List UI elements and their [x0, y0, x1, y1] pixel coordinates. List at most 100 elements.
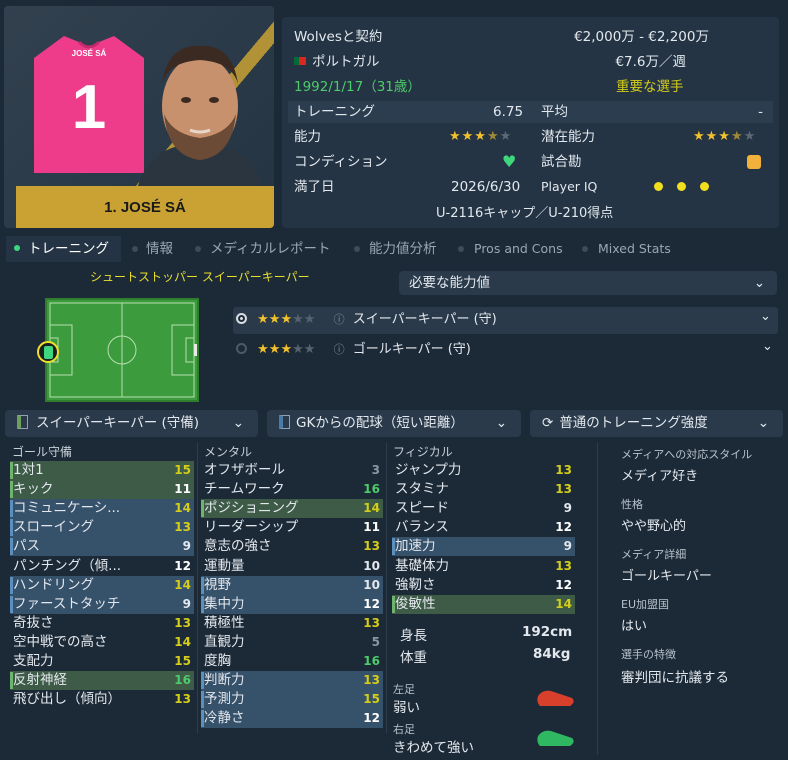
personality: 性格 やや野心的 [621, 496, 686, 534]
attribute-row[interactable]: 予測力 15 [201, 690, 383, 710]
attribute-row[interactable]: 反射神経 16 [10, 671, 194, 691]
attribute-row[interactable]: 支配力 15 [10, 652, 194, 671]
tab-pros-cons[interactable]: Pros and Cons [474, 236, 563, 262]
attribute-value: 13 [363, 673, 380, 688]
position-pitch[interactable] [45, 298, 199, 402]
height-label: 身長 [400, 628, 427, 644]
attribute-row[interactable]: 空中戦での高さ 14 [10, 633, 194, 652]
attribute-value: 9 [563, 501, 572, 516]
player-card: JOSÉ SÁ 1 1. JOSÉ SÁ [4, 6, 274, 228]
attribute-row[interactable]: ジャンプ力 13 [392, 461, 575, 480]
potential-label: 潜在能力 [541, 129, 595, 145]
personality-label: 性格 [621, 498, 643, 511]
attribute-name: コミュニケーシ... [13, 500, 121, 517]
refresh-icon: ⟳ [542, 415, 554, 431]
attribute-row[interactable]: 飛び出し（傾向） 13 [10, 690, 194, 709]
attribute-name: パンチング（傾... [13, 557, 122, 574]
attribute-row[interactable]: パンチング（傾... 12 [10, 557, 194, 576]
attribute-name: 運動量 [204, 557, 245, 574]
role-option-sweeper-keeper[interactable]: ★★★★★ ⓘ スイーパーキーパー (守) [236, 307, 497, 333]
attribute-row[interactable]: 強靭さ 12 [392, 576, 575, 595]
attribute-name: 俊敏性 [395, 595, 436, 612]
attribute-name: 加速力 [395, 538, 436, 555]
tab-analysis[interactable]: 能力値分析 [369, 236, 437, 262]
media-detail-label: メディア詳細 [621, 548, 687, 561]
attribute-row[interactable]: 度胸 16 [201, 652, 383, 671]
chevron-down-icon[interactable]: ⌄ [762, 339, 773, 354]
attribute-row[interactable]: スピード 9 [392, 499, 575, 518]
role-title: シュートストッパー スイーパーキーパー [90, 270, 310, 284]
attribute-name: 集中力 [204, 595, 245, 612]
attribute-row[interactable]: コミュニケーシ... 14 [10, 499, 194, 519]
chevron-down-icon[interactable]: ⌄ [760, 309, 771, 324]
attribute-row[interactable]: 集中力 12 [201, 594, 383, 614]
attribute-name: ハンドリング [13, 576, 94, 593]
attribute-name: 1対1 [13, 462, 44, 478]
attribute-row[interactable]: 意志の強さ 13 [201, 537, 383, 556]
attribute-row[interactable]: 判断力 13 [201, 671, 383, 691]
attribute-row[interactable]: リーダーシップ 11 [201, 518, 383, 537]
training-role-dropdown[interactable]: スイーパーキーパー (守備) ⌄ [5, 410, 258, 437]
attribute-value: 15 [174, 463, 191, 477]
ability-stars: ★★★★★ [449, 129, 513, 144]
player-photo [138, 45, 262, 186]
attribute-name: 度胸 [204, 653, 231, 669]
attribute-row[interactable]: パス 9 [10, 537, 194, 557]
training-intensity-dropdown[interactable]: ⟳ 普通のトレーニング強度 ⌄ [530, 410, 783, 437]
active-dot-icon [14, 245, 20, 251]
eu-status: EU加盟国 はい [621, 596, 669, 634]
attribute-row[interactable]: スタミナ 13 [392, 480, 575, 499]
attribute-name: バランス [395, 519, 449, 536]
additional-focus-dropdown[interactable]: GKからの配球（短い距離） ⌄ [267, 410, 521, 437]
attribute-row[interactable]: スローイング 13 [10, 518, 194, 538]
attribute-name: ポジショニング [204, 500, 299, 517]
portugal-flag-icon [294, 57, 306, 65]
attribute-row[interactable]: 俊敏性 14 [392, 594, 575, 614]
attribute-name: 予測力 [204, 691, 245, 708]
player-name: 1. JOSÉ SÁ [104, 198, 186, 216]
attribute-row[interactable]: 奇抜さ 13 [10, 614, 194, 633]
attribute-row[interactable]: チームワーク 16 [201, 480, 383, 499]
tab-training[interactable]: トレーニング [6, 236, 121, 262]
attribute-value: 12 [174, 558, 191, 573]
attribute-row[interactable]: 基礎体力 13 [392, 557, 575, 576]
tab-info[interactable]: 情報 [146, 236, 173, 262]
weight-value: 84kg [533, 646, 571, 662]
attribute-row[interactable]: ファーストタッチ 9 [10, 594, 194, 614]
attribute-filter-dropdown[interactable]: 必要な能力値 ⌄ [399, 271, 777, 295]
attribute-row[interactable]: 積極性 13 [201, 614, 383, 633]
attribute-row[interactable]: 加速力 9 [392, 537, 575, 557]
attribute-row[interactable]: キック 11 [10, 480, 194, 500]
contract-club[interactable]: Wolvesと契約 [294, 26, 382, 48]
attribute-row[interactable]: ハンドリング 14 [10, 575, 194, 595]
nationality[interactable]: ポルトガル [294, 51, 380, 73]
media-style: メディアへの対応スタイル メディア好き [621, 446, 752, 484]
chevron-down-icon: ⌄ [232, 415, 244, 431]
trait-item[interactable]: 審判団に抗議する [621, 666, 729, 686]
attribute-row[interactable]: 冷静さ 12 [201, 709, 383, 729]
attribute-value: 13 [174, 692, 191, 707]
goalkeeper-position-marker[interactable] [37, 341, 59, 363]
attribute-row[interactable]: 運動量 10 [201, 557, 383, 576]
attribute-row[interactable]: ポジショニング 14 [201, 499, 383, 519]
left-foot-label: 左足 [393, 683, 415, 696]
jersey-number: 1 [72, 73, 106, 142]
media-detail: メディア詳細 ゴールキーパー [621, 546, 712, 584]
attribute-row[interactable]: バランス 12 [392, 518, 575, 537]
attribute-name: ジャンプ力 [395, 462, 462, 478]
tab-mixed-stats[interactable]: Mixed Stats [598, 236, 671, 262]
role-option-goalkeeper[interactable]: ★★★★★ ⓘ ゴールキーパー (守) [236, 337, 471, 363]
attribute-row[interactable]: 視野 10 [201, 575, 383, 595]
attribute-name: 意志の強さ [204, 538, 272, 555]
attribute-value: 16 [363, 482, 380, 497]
match-fitness-icon [747, 155, 761, 169]
attribute-row[interactable]: 直観力 5 [201, 633, 383, 652]
attribute-name: 積極性 [204, 614, 245, 631]
tab-medical[interactable]: メディカルレポート [210, 236, 331, 262]
attribute-row[interactable]: オフザボール 3 [201, 461, 383, 480]
attribute-row[interactable]: 1対1 15 [10, 461, 194, 480]
training-intensity-label: 普通のトレーニング強度 [559, 415, 708, 431]
right-foot-label: 右足 [393, 723, 415, 736]
average-value: - [758, 104, 763, 120]
info-icon: ⓘ [333, 343, 345, 356]
